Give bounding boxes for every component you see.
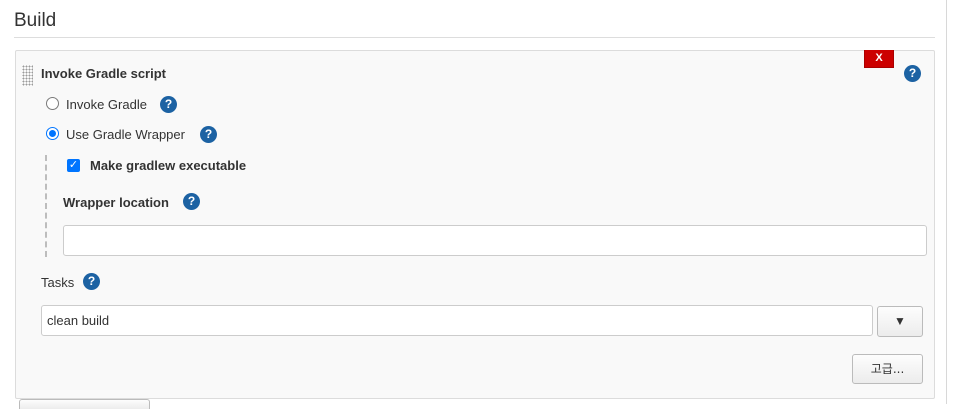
use-gradle-wrapper-radio[interactable]: [46, 127, 59, 140]
page-right-border: [946, 0, 947, 404]
make-gradlew-executable-checkbox[interactable]: ✓: [67, 159, 80, 172]
invoke-gradle-label: Invoke Gradle: [66, 97, 147, 112]
add-build-step-button[interactable]: [19, 399, 150, 409]
nested-options-guide: [45, 155, 47, 257]
delete-step-button[interactable]: X: [864, 50, 894, 68]
invoke-gradle-radio[interactable]: [46, 97, 59, 110]
advanced-button[interactable]: 고급...: [852, 354, 923, 384]
section-title: Build: [14, 10, 57, 31]
tasks-label: Tasks: [41, 275, 75, 290]
step-title: Invoke Gradle script: [41, 66, 166, 81]
wrapper-location-help-icon[interactable]: ?: [183, 193, 200, 210]
tasks-help-icon[interactable]: ?: [83, 273, 100, 290]
step-help-icon[interactable]: ?: [904, 65, 921, 82]
section-divider: [14, 37, 935, 38]
wrapper-location-input[interactable]: [63, 225, 927, 256]
invoke-gradle-help-icon[interactable]: ?: [160, 96, 177, 113]
tasks-input[interactable]: clean build: [41, 305, 873, 336]
use-gradle-wrapper-help-icon[interactable]: ?: [200, 126, 217, 143]
wrapper-location-label: Wrapper location: [63, 195, 169, 210]
use-gradle-wrapper-label: Use Gradle Wrapper: [66, 127, 185, 142]
drag-handle-icon[interactable]: [22, 65, 33, 86]
make-gradlew-executable-label: Make gradlew executable: [90, 158, 247, 173]
tasks-expand-button[interactable]: ▼: [877, 306, 923, 337]
